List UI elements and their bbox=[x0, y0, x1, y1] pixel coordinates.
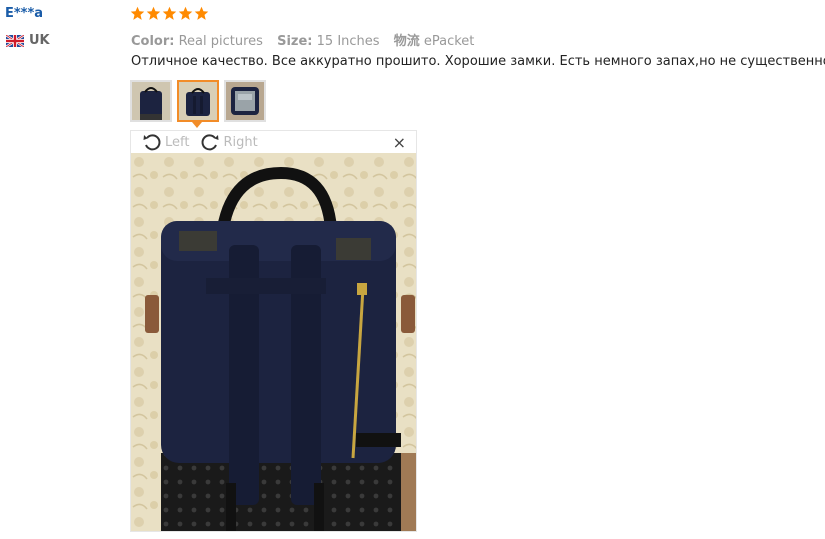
star-icon bbox=[194, 6, 209, 20]
active-thumbnail-indicator bbox=[192, 122, 202, 128]
shipping-label: 物流 bbox=[393, 34, 420, 49]
thumbnail-image bbox=[179, 82, 217, 120]
size-value: 15 Inches bbox=[316, 34, 380, 49]
viewer-toolbar: Left Right × bbox=[131, 131, 416, 153]
rotate-left-button[interactable]: Left bbox=[141, 131, 189, 153]
color-label: Color: bbox=[131, 34, 175, 49]
star-icon bbox=[162, 6, 177, 20]
photo-thumbnails bbox=[130, 80, 266, 122]
backpack-photo bbox=[131, 153, 416, 531]
star-icon bbox=[130, 6, 145, 20]
star-icon bbox=[178, 6, 193, 20]
country-label: UK bbox=[29, 33, 50, 48]
thumbnail-image bbox=[226, 82, 264, 120]
shipping-value: ePacket bbox=[423, 34, 475, 49]
thumbnail-image bbox=[132, 82, 170, 120]
rotate-left-icon bbox=[143, 134, 161, 151]
rotate-right-label: Right bbox=[223, 134, 258, 150]
thumbnail-3[interactable] bbox=[224, 80, 266, 122]
thumbnail-1[interactable] bbox=[130, 80, 172, 122]
rotate-right-icon bbox=[201, 134, 219, 151]
thumbnail-2[interactable] bbox=[177, 80, 219, 122]
review-comment: Отличное качество. Все аккуратно прошито… bbox=[131, 54, 825, 69]
star-rating bbox=[130, 6, 209, 21]
close-viewer-button[interactable]: × bbox=[393, 133, 406, 152]
photo-viewer: Left Right × bbox=[130, 130, 417, 532]
reviewer-country: UK bbox=[6, 33, 50, 48]
size-label: Size: bbox=[277, 34, 313, 49]
order-meta: Color: Real pictures Size: 15 Inches 物流 … bbox=[131, 30, 474, 49]
star-icon bbox=[146, 6, 161, 20]
reviewer-name[interactable]: E***a bbox=[5, 6, 43, 21]
uk-flag-icon bbox=[6, 34, 24, 47]
rotate-right-button[interactable]: Right bbox=[199, 131, 258, 153]
rotate-left-label: Left bbox=[165, 134, 190, 150]
color-value: Real pictures bbox=[178, 34, 263, 49]
review-photo bbox=[131, 153, 416, 531]
